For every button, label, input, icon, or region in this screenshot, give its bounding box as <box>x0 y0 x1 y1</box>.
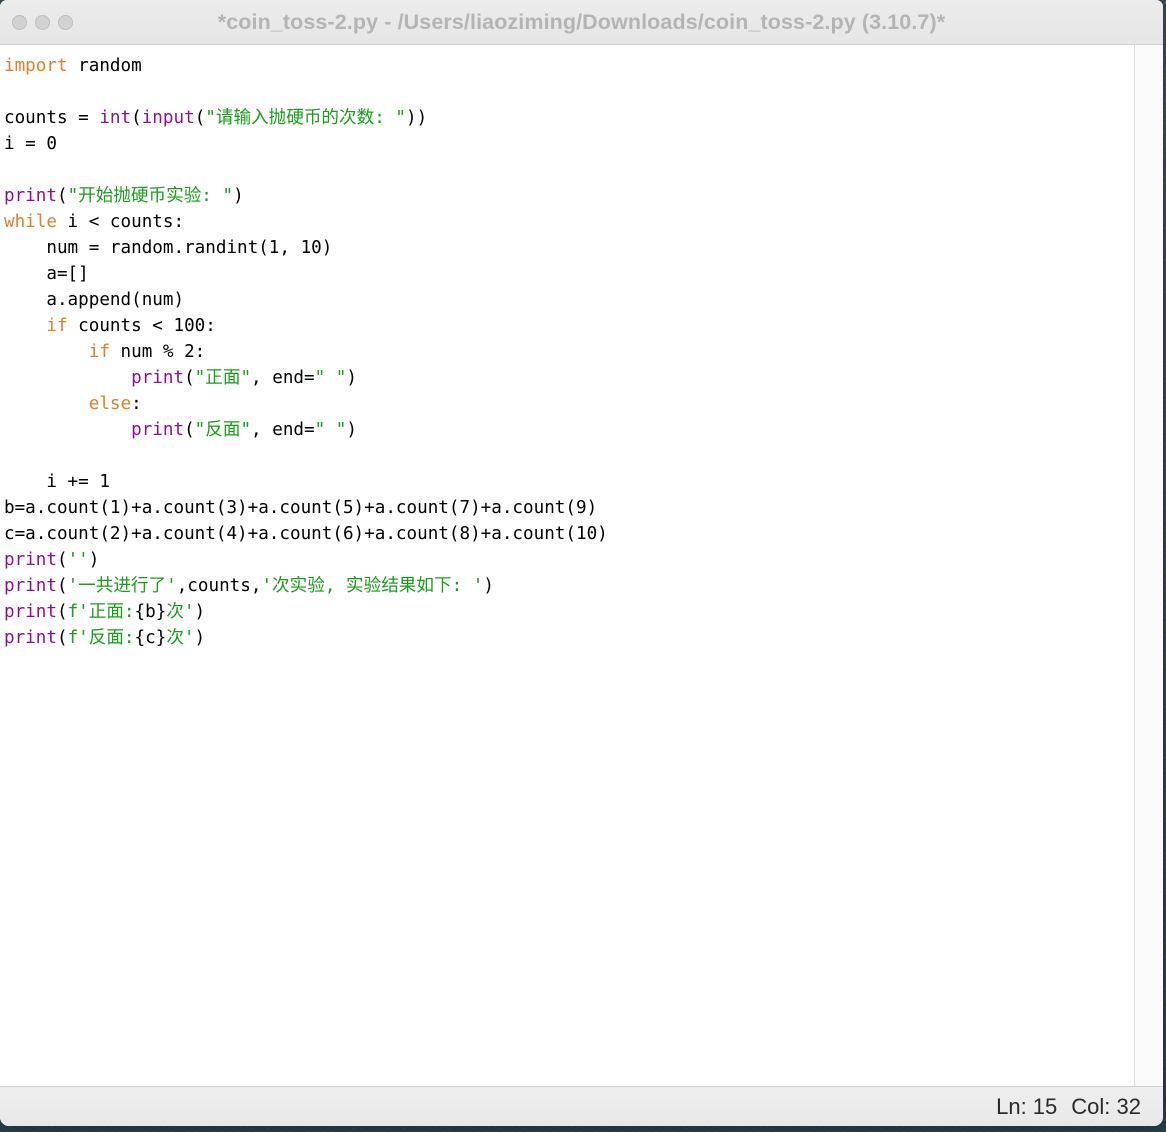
code-editor-area[interactable]: import random counts = int(input("请输入抛硬币的… <box>0 45 1134 1086</box>
maximize-window-button[interactable] <box>58 14 73 30</box>
status-bar: Ln: 15 Col: 32 <box>0 1086 1163 1126</box>
status-column-number: Col: 32 <box>1071 1093 1141 1119</box>
window-title: *coin_toss-2.py - /Users/liaoziming/Down… <box>217 9 946 34</box>
vertical-scrollbar[interactable] <box>1134 45 1163 1086</box>
traffic-light-group <box>0 14 73 30</box>
close-window-button[interactable] <box>12 14 27 30</box>
source-code[interactable]: import random counts = int(input("请输入抛硬币的… <box>4 53 1134 651</box>
idle-editor-window: *coin_toss-2.py - /Users/liaoziming/Down… <box>0 0 1163 1126</box>
editor-body: import random counts = int(input("请输入抛硬币的… <box>0 45 1163 1086</box>
minimize-window-button[interactable] <box>35 14 50 30</box>
window-titlebar[interactable]: *coin_toss-2.py - /Users/liaoziming/Down… <box>0 0 1163 45</box>
status-line-number: Ln: 15 <box>996 1093 1058 1119</box>
